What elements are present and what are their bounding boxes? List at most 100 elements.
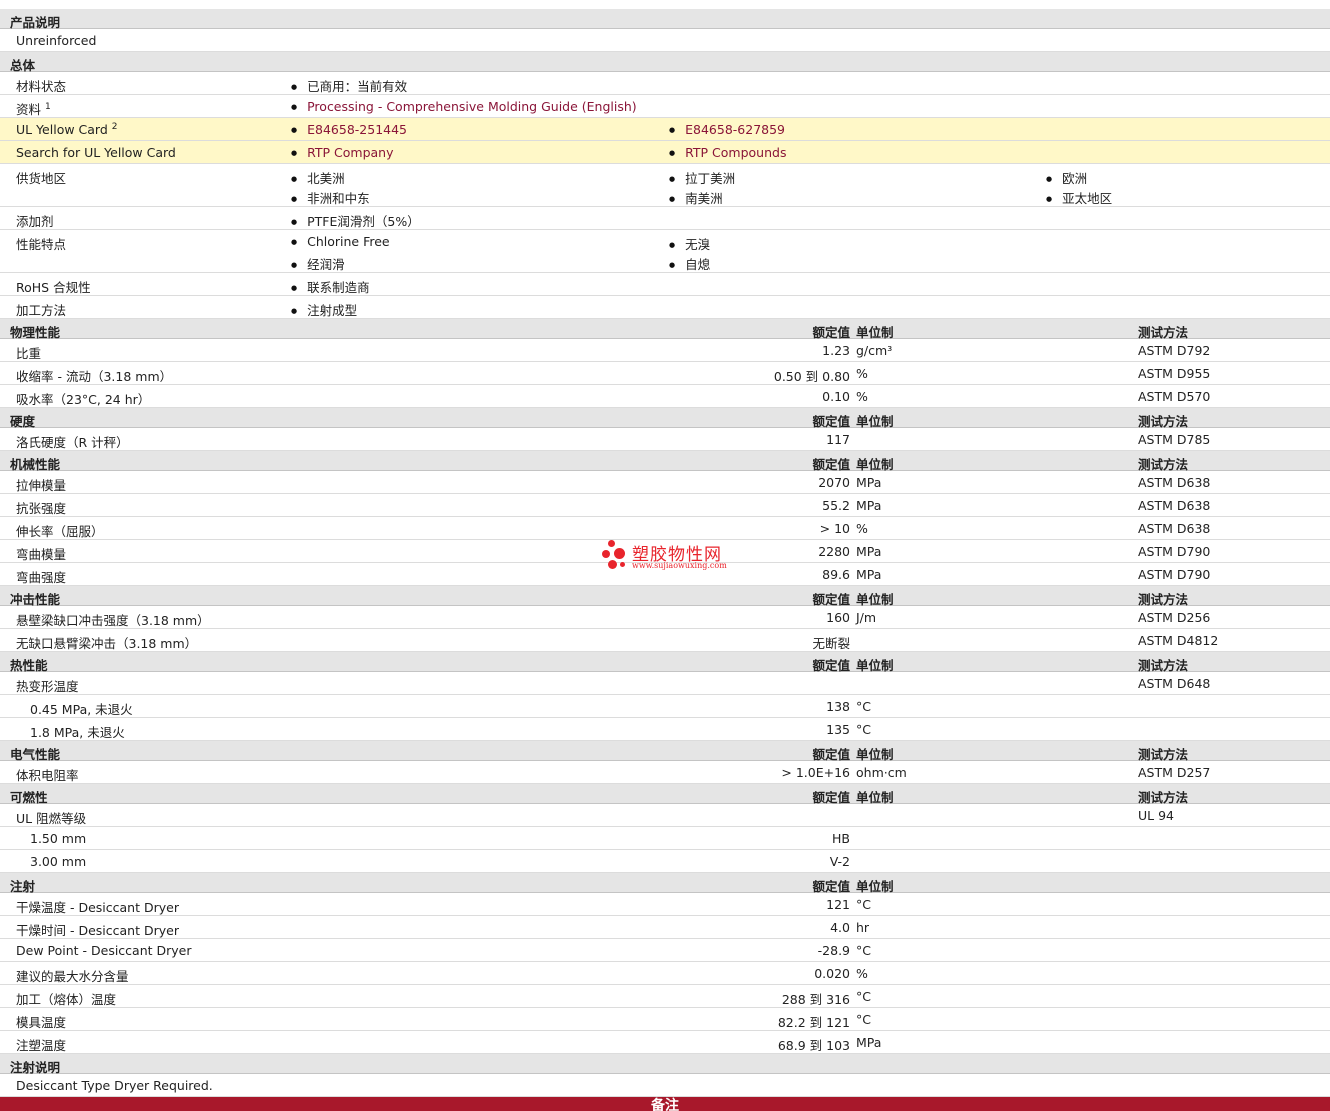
footnote-ref: 2 bbox=[111, 122, 118, 132]
property-row: 1.8 MPa, 未退火 135 °C bbox=[0, 718, 1330, 741]
hdt-row: 热变形温度 ASTM D648 bbox=[0, 672, 1330, 695]
section-header-flammability: 可燃性 额定值 单位制 测试方法 bbox=[0, 784, 1330, 805]
row-value: > 1.0E+16 bbox=[781, 765, 850, 780]
row-value: 138 bbox=[826, 699, 850, 714]
row-unit: °C bbox=[856, 897, 871, 912]
row-method: ASTM D792 bbox=[1138, 343, 1211, 358]
footer-label: 备注 bbox=[651, 1098, 679, 1111]
row-value: 117 bbox=[826, 432, 850, 447]
row-label: 材料状态 bbox=[16, 79, 67, 94]
literature-link[interactable]: Processing - Comprehensive Molding Guide… bbox=[291, 99, 637, 114]
product-desc-row: Unreinforced bbox=[0, 29, 1330, 52]
flammability-rows: 1.50 mm HB 3.00 mm V-2 bbox=[0, 827, 1330, 873]
feature-item: 无溴 bbox=[669, 234, 710, 253]
ul-card-link-1[interactable]: E84658-251445 bbox=[291, 122, 407, 137]
row-unit: g/cm³ bbox=[856, 343, 893, 358]
processing-row: 加工方法 注射成型 bbox=[0, 296, 1330, 319]
property-row: 建议的最大水分含量 0.020% bbox=[0, 962, 1330, 985]
row-label: 3.00 mm bbox=[30, 854, 87, 869]
row-value: 4.0 bbox=[830, 920, 850, 935]
row-method: ASTM D257 bbox=[1138, 765, 1211, 780]
injection-notes-text: Desiccant Type Dryer Required. bbox=[16, 1078, 213, 1093]
property-row: 悬壁梁缺口冲击强度（3.18 mm） 160 J/m ASTM D256 bbox=[0, 606, 1330, 629]
search-ul-link-2[interactable]: RTP Compounds bbox=[669, 145, 786, 160]
section-physical: 物理性能 额定值 单位制 测试方法 比重 1.23 g/cm³ ASTM D792 收缩率 - … bbox=[0, 319, 1330, 408]
section-header-impact: 冲击性能 额定值 单位制 测试方法 bbox=[0, 586, 1330, 607]
row-label: 资料 1 bbox=[16, 99, 51, 118]
section-header-thermal: 热性能 额定值 单位制 测试方法 bbox=[0, 652, 1330, 673]
property-row: 0.45 MPa, 未退火 138 °C bbox=[0, 695, 1330, 718]
property-row: 1.50 mm HB bbox=[0, 827, 1330, 850]
row-value: 0.50 到 0.80 bbox=[773, 369, 850, 384]
region-item: 欧洲 bbox=[1046, 168, 1087, 187]
property-row: 干燥时间 - Desiccant Dryer 4.0 hr bbox=[0, 916, 1330, 939]
row-value: 已商用：当前有效 bbox=[291, 76, 407, 95]
row-label: Dew Point - Desiccant Dryer bbox=[16, 943, 192, 958]
search-ul-row: Search for UL Yellow Card RTP Company RT… bbox=[0, 141, 1330, 164]
row-value: 89.6 bbox=[822, 567, 850, 582]
row-label: 1.8 MPa, 未退火 bbox=[30, 725, 125, 740]
section-header-mechanical: 机械性能 额定值 单位制 测试方法 bbox=[0, 451, 1330, 472]
row-value: 160 bbox=[826, 610, 850, 625]
row-unit: °C bbox=[856, 722, 871, 737]
row-label: 热变形温度 bbox=[16, 679, 79, 694]
section-hardness: 硬度 额定值 单位制 测试方法 洛氏硬度（R 计秤） 117 ASTM D785 bbox=[0, 408, 1330, 451]
literature-row: 资料 1 Processing - Comprehensive Molding … bbox=[0, 95, 1330, 118]
row-unit: % bbox=[856, 966, 868, 981]
property-row: 模具温度 82.2 到 121 °C bbox=[0, 1008, 1330, 1031]
row-value: 121 bbox=[826, 897, 850, 912]
watermark-dots-icon bbox=[600, 538, 628, 572]
row-unit: hr bbox=[856, 920, 870, 935]
row-unit: MPa bbox=[856, 567, 882, 582]
thermal-rows: 0.45 MPa, 未退火 138 °C 1.8 MPa, 未退火 135 °C bbox=[0, 695, 1330, 741]
row-method: ASTM D638 bbox=[1138, 475, 1211, 490]
property-row: 体积电阻率 > 1.0E+16 ohm·cm ASTM D257 bbox=[0, 761, 1330, 784]
additive-row: 添加剂 PTFE润滑剂（5%） bbox=[0, 207, 1330, 230]
row-method: UL 94 bbox=[1138, 808, 1174, 823]
ul-card-link-2[interactable]: E84658-627859 bbox=[669, 122, 785, 137]
search-ul-link-1[interactable]: RTP Company bbox=[291, 145, 393, 160]
row-label: 干燥温度 - Desiccant Dryer bbox=[16, 900, 179, 915]
row-value: V-2 bbox=[829, 854, 850, 869]
row-value: 1.23 bbox=[822, 343, 850, 358]
row-method: ASTM D570 bbox=[1138, 389, 1211, 404]
watermark-logo: 塑胶物性网 www.sujiaowuxing.com bbox=[600, 538, 740, 574]
notes-footer-bar: 备注 bbox=[0, 1097, 1330, 1111]
row-label: 抗张强度 bbox=[16, 501, 67, 516]
property-row: 吸水率（23°C, 24 hr） 0.10% ASTM D570 bbox=[0, 385, 1330, 408]
row-unit: % bbox=[856, 389, 868, 404]
row-label: 伸长率（屈服） bbox=[16, 524, 104, 539]
row-label: 0.45 MPa, 未退火 bbox=[30, 702, 133, 717]
region-item: 非洲和中东 bbox=[291, 188, 370, 207]
row-label: 1.50 mm bbox=[30, 831, 87, 846]
row-value: 注射成型 bbox=[291, 300, 357, 319]
row-value: 68.9 到 103 bbox=[777, 1038, 850, 1053]
region-item: 拉丁美洲 bbox=[669, 168, 735, 187]
row-value: -28.9 bbox=[817, 943, 850, 958]
top-spacer bbox=[0, 0, 1330, 9]
section-impact: 冲击性能 额定值 单位制 测试方法 悬壁梁缺口冲击强度（3.18 mm） 160 J/m AS… bbox=[0, 586, 1330, 652]
ul-rating-row: UL 阻燃等级 UL 94 bbox=[0, 804, 1330, 827]
row-unit: MPa bbox=[856, 475, 882, 490]
property-row: 洛氏硬度（R 计秤） 117 ASTM D785 bbox=[0, 428, 1330, 451]
row-value: 0.020 bbox=[814, 966, 850, 981]
row-unit: °C bbox=[856, 989, 871, 1004]
region-item: 南美洲 bbox=[669, 188, 723, 207]
section-header-hardness: 硬度 额定值 单位制 测试方法 bbox=[0, 408, 1330, 429]
feature-item: 自熄 bbox=[669, 254, 710, 273]
watermark-url: www.sujiaowuxing.com bbox=[632, 561, 727, 570]
features-row: 性能特点 Chlorine Free 无溴 经润滑 自熄 bbox=[0, 230, 1330, 273]
row-unit: °C bbox=[856, 699, 871, 714]
row-label: 弯曲强度 bbox=[16, 570, 67, 585]
property-row: 比重 1.23 g/cm³ ASTM D792 bbox=[0, 339, 1330, 362]
row-value: 82.2 到 121 bbox=[777, 1015, 850, 1030]
literature-label: 资料 bbox=[16, 102, 42, 117]
material-status-row: 材料状态 已商用：当前有效 bbox=[0, 72, 1330, 95]
row-unit: °C bbox=[856, 943, 871, 958]
section-header-physical: 物理性能 额定值 单位制 测试方法 bbox=[0, 319, 1330, 340]
row-label: 拉伸模量 bbox=[16, 478, 67, 493]
row-label: 吸水率（23°C, 24 hr） bbox=[16, 392, 151, 407]
region-item: 亚太地区 bbox=[1046, 188, 1112, 207]
property-row: 伸长率（屈服） > 10% ASTM D638 bbox=[0, 517, 1330, 540]
row-label: 无缺口悬臂梁冲击（3.18 mm） bbox=[16, 636, 198, 651]
